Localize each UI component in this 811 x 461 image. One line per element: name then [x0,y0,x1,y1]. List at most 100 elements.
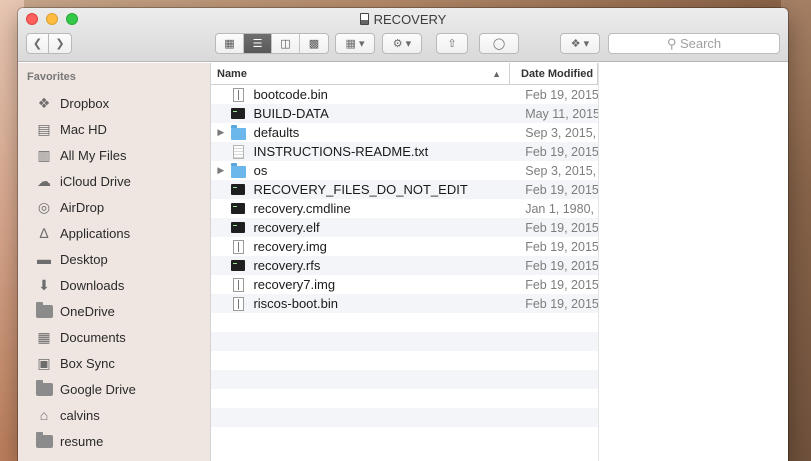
file-name: defaults [253,125,300,140]
file-date-modified: Feb 19, 2015 [525,182,598,197]
file-row[interactable]: recovery.img Feb 19, 2015 [211,237,598,256]
sidebar-item-applications[interactable]: ∆ Applications [18,220,210,246]
file-row[interactable]: riscos-boot.bin Feb 19, 2015 [211,294,598,313]
empty-row [211,408,598,427]
file-row[interactable]: RECOVERY_FILES_DO_NOT_EDIT Feb 19, 2015 [211,180,598,199]
file-row[interactable]: ▶ defaults Sep 3, 2015, [211,123,598,142]
sidebar-item-label: iCloud Drive [60,173,131,189]
executable-icon [231,183,246,197]
toolbar: RECOVERY ❮ ❯ ▦ ☰ ◫ ▩ ▦ ▾ ⚙ ▾ ⇧ ◯ ❖ ▾ ⚲ S… [18,8,788,62]
sidebar-item-dropbox[interactable]: ❖ Dropbox [18,90,210,116]
file-name: BUILD-DATA [253,106,329,121]
dropbox-icon: ❖ ▾ [570,38,590,50]
sidebar-item-airdrop[interactable]: ◎ AirDrop [18,194,210,220]
empty-pane [598,63,788,461]
sidebar-item-label: resume [60,433,104,449]
sidebar-item-documents[interactable]: ▦ Documents [18,324,210,350]
sidebar-item-desktop[interactable]: ▬ Desktop [18,246,210,272]
box-icon: ▣ [37,354,51,371]
all-files-icon: ▥ [37,146,51,163]
executable-icon [231,202,246,216]
arrange-button[interactable]: ▦ ▾ [335,33,375,54]
empty-row [211,332,598,351]
grid-icon: ▦ [224,38,235,50]
sidebar-item-label: calvins [60,407,100,423]
share-icon: ⇧ [447,38,457,50]
file-row[interactable]: INSTRUCTIONS-README.txt Feb 19, 2015 [211,142,598,161]
search-field[interactable]: ⚲ Search [608,33,780,54]
back-button[interactable]: ❮ [26,33,49,54]
file-row[interactable]: ▶ os Sep 3, 2015, [211,161,598,180]
sidebar-item-label: OneDrive [60,303,115,319]
file-row[interactable]: BUILD-DATA May 11, 2015 [211,104,598,123]
list-view-button[interactable]: ☰ [244,34,272,53]
file-date-modified: May 11, 2015 [525,106,598,121]
search-icon: ⚲ [666,36,677,51]
file-row[interactable]: recovery.rfs Feb 19, 2015 [211,256,598,275]
file-row[interactable]: recovery7.img Feb 19, 2015 [211,275,598,294]
name-column-label: Name [217,68,247,80]
sidebar-item-label: Mac HD [60,121,107,137]
empty-row [211,313,598,332]
file-date-modified: Feb 19, 2015 [525,258,598,273]
tags-button[interactable]: ◯ [479,33,519,54]
file-row[interactable]: recovery.elf Feb 19, 2015 [211,218,598,237]
empty-row [211,389,598,408]
icon-view-button[interactable]: ▦ [216,34,244,53]
folder-icon [35,301,53,319]
gear-icon: ⚙ ▾ [392,38,412,50]
list-icon: ☰ [252,38,263,50]
sidebar: Favorites ❖ Dropbox ▤ Mac HD ▥ All My Files ☁ i… [18,63,211,461]
coverflow-icon: ▩ [308,38,320,50]
file-date-modified: Feb 19, 2015 [525,220,598,235]
document-icon [231,239,246,254]
sidebar-item-label: AirDrop [60,199,105,215]
executable-icon [231,107,246,121]
file-row[interactable]: recovery.cmdline Jan 1, 1980, [211,199,598,218]
sidebar-item-label: All My Files [60,147,127,163]
file-row[interactable]: bootcode.bin Feb 19, 2015 [211,85,598,104]
sidebar-item-icloud-drive[interactable]: ☁ iCloud Drive [18,168,210,194]
file-date-modified: Sep 3, 2015, [525,163,597,178]
chevron-right-icon: ❯ [55,38,65,50]
share-button[interactable]: ⇧ [436,33,468,54]
disclosure-triangle-icon[interactable]: ▶ [211,127,231,138]
file-name: recovery.elf [253,220,320,235]
sidebar-item-downloads[interactable]: ⬇ Downloads [18,272,210,298]
empty-row [211,427,598,446]
dropbox-toolbar-button[interactable]: ❖ ▾ [560,33,600,54]
executable-icon [231,221,246,235]
sidebar-item-onedrive[interactable]: OneDrive [18,298,210,324]
file-rows: bootcode.bin Feb 19, 2015 BUILD-DATA May 11… [211,85,598,446]
folder-icon [35,431,53,449]
arrange-icon: ▦ ▾ [345,38,365,50]
sidebar-item-mac-hd[interactable]: ▤ Mac HD [18,116,210,142]
action-button[interactable]: ⚙ ▾ [382,33,422,54]
disclosure-triangle-icon[interactable]: ▶ [211,165,231,176]
document-icon [231,277,246,292]
favorites-heading: Favorites [27,71,76,83]
sd-card-icon [359,13,369,25]
columns-icon: ◫ [280,38,291,50]
forward-button[interactable]: ❯ [49,33,72,54]
folder-icon [35,379,53,397]
empty-row [211,351,598,370]
empty-row [211,370,598,389]
sidebar-item-all-my-files[interactable]: ▥ All My Files [18,142,210,168]
column-view-button[interactable]: ◫ [272,34,300,53]
sidebar-item-box-sync[interactable]: ▣ Box Sync [18,350,210,376]
tag-icon: ◯ [492,38,506,50]
file-name: os [253,163,268,178]
coverflow-view-button[interactable]: ▩ [300,34,328,53]
sidebar-item-google-drive[interactable]: Google Drive [18,376,210,402]
executable-icon [231,259,246,273]
file-name: recovery.rfs [253,258,321,273]
file-name: bootcode.bin [253,87,328,102]
sidebar-item-calvins[interactable]: ⌂ calvins [18,402,210,428]
name-column-header[interactable]: Name ▲ [211,63,510,84]
file-name: riscos-boot.bin [253,296,338,311]
date-modified-column-header[interactable]: Date Modified [510,63,598,84]
file-date-modified: Jan 1, 1980, [525,201,594,216]
window-title-text: RECOVERY [373,12,447,27]
sidebar-item-resume[interactable]: resume [18,428,210,454]
